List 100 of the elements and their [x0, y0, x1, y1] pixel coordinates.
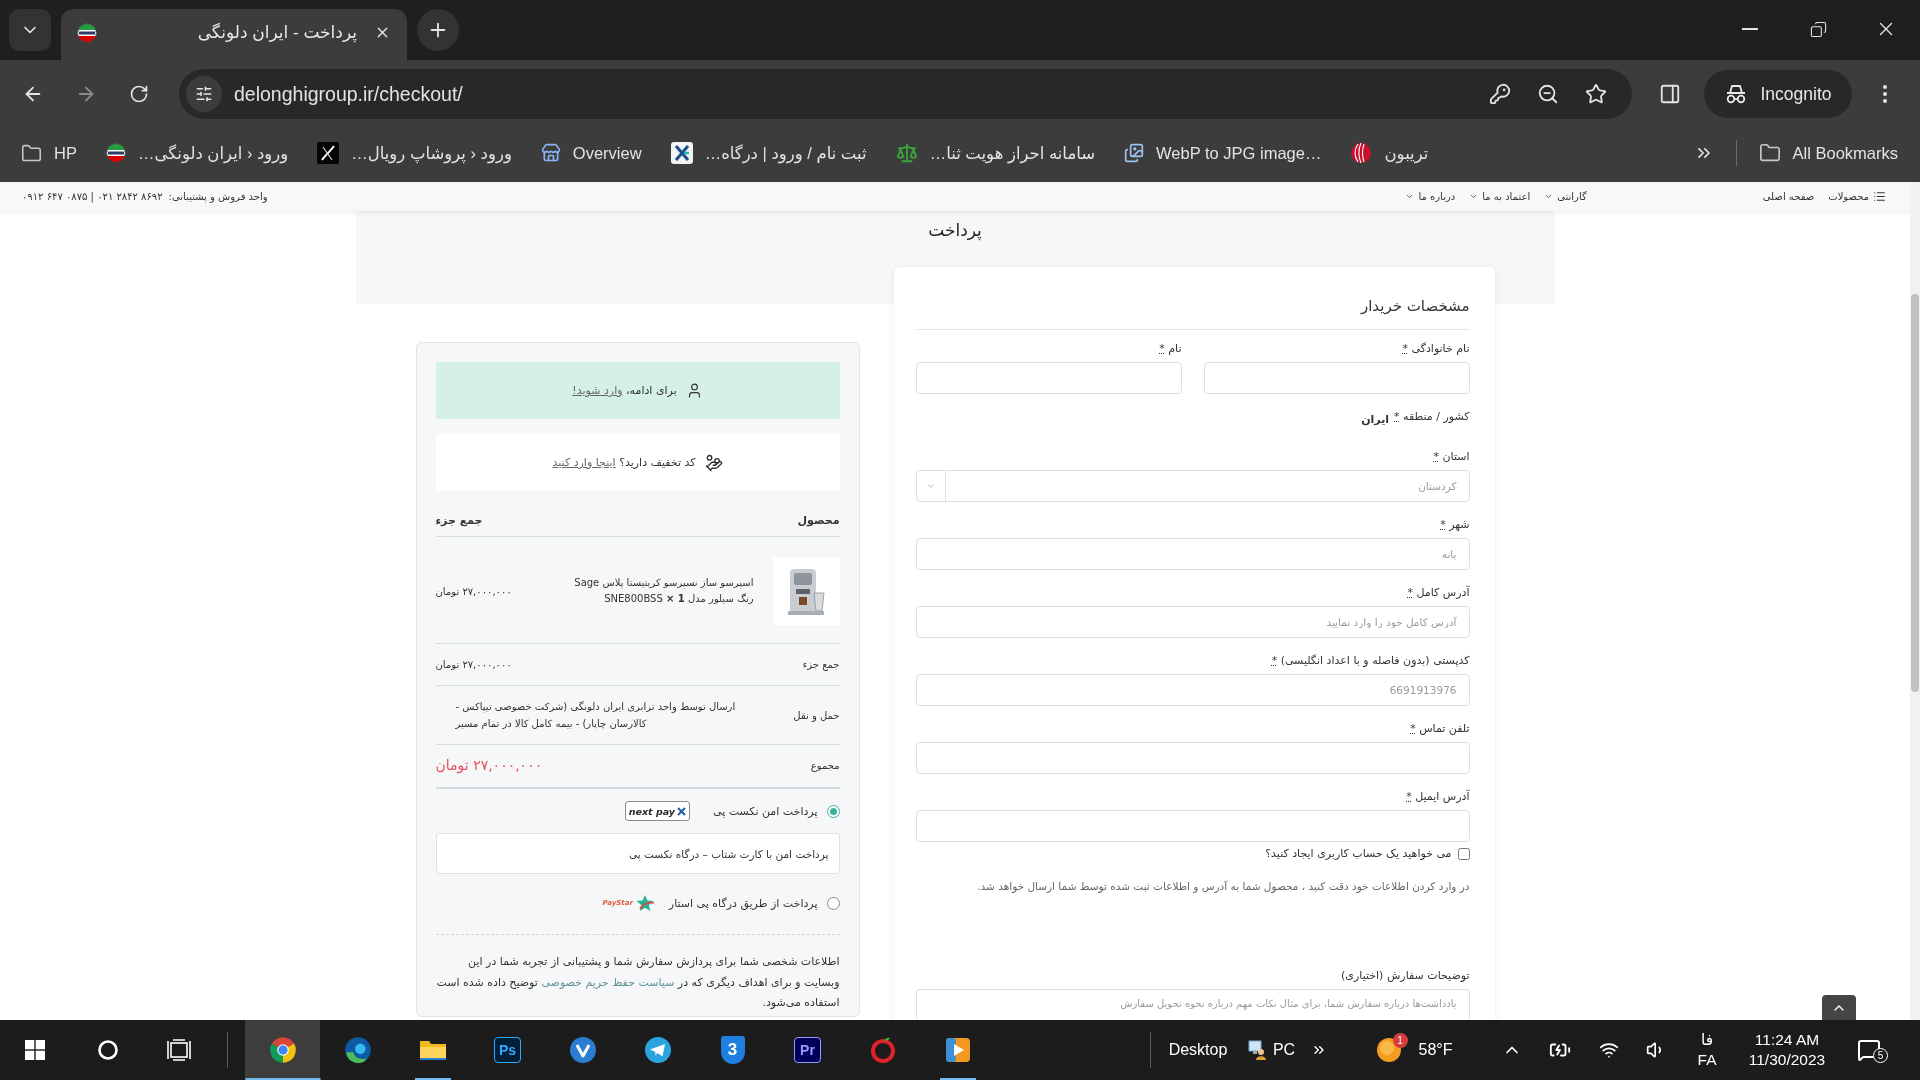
- radio-button[interactable]: [826, 896, 840, 910]
- browser-tab[interactable]: پرداخت - ایران دلونگی: [61, 9, 407, 60]
- field-label: نام *: [1159, 341, 1182, 357]
- sphere-logo-icon: [1350, 142, 1373, 164]
- desktop-toolbar[interactable]: Desktop: [1152, 1020, 1244, 1080]
- column-heading: جمع جزء: [435, 513, 483, 529]
- field-label: نام خانوادگی *: [1402, 341, 1470, 357]
- coupon-link[interactable]: اینجا وارد کنید: [552, 456, 616, 469]
- input-field[interactable]: آدرس کامل خود را وارد نمایید: [915, 606, 1470, 638]
- tile-logo-icon: [317, 142, 340, 164]
- ring-icon: [868, 1036, 897, 1064]
- address-bar[interactable]: delonghigroup.ir/checkout/: [179, 69, 1632, 119]
- windows-icon: [25, 1040, 45, 1060]
- field-label: آدرس ایمیل *: [1406, 789, 1470, 805]
- new-tab-button[interactable]: [417, 9, 459, 51]
- search-icon: [97, 1039, 119, 1061]
- star-icon: [1585, 83, 1607, 105]
- input-field[interactable]: 6691913976: [915, 674, 1470, 706]
- bookmark[interactable]: تریبون: [1342, 135, 1437, 171]
- taskbar-app[interactable]: Pr: [770, 1020, 845, 1080]
- note-text: در وارد کردن اطلاعات خود دقت کنید ، محصول شما به آدرس و اطلاعات ثبت شده توسط شما ارسال خواهد شد.: [976, 879, 1470, 894]
- sun-icon: [1375, 1037, 1402, 1063]
- side-panel-icon: [1659, 83, 1681, 105]
- column-heading: محصول: [797, 513, 840, 529]
- kebab-menu-icon: [1883, 85, 1887, 103]
- count-badge: 5: [1873, 1048, 1888, 1063]
- star-logo-icon: [634, 894, 655, 912]
- reload-icon: [129, 84, 149, 104]
- folder-icon: [418, 1038, 447, 1062]
- all-bookmarks-button[interactable]: All Bookmarks: [1750, 135, 1906, 171]
- minimize-icon: [1742, 28, 1758, 30]
- nav-link[interactable]: محصولات: [1828, 190, 1886, 203]
- notifications-button[interactable]: 5: [1839, 1020, 1899, 1080]
- bookmark[interactable]: سامانه احراز هویت ثنا…: [887, 135, 1104, 171]
- profile-button[interactable]: Incognito: [1704, 70, 1852, 118]
- row-label: مجموع: [810, 760, 840, 771]
- row-label: حمل و نقل: [793, 709, 840, 721]
- field-label: کشور / منطقه *: [1394, 409, 1470, 425]
- section-title: مشخصات خریدار: [1360, 296, 1470, 317]
- price: ۲۷,۰۰۰,۰۰۰ تومان: [435, 658, 512, 672]
- bookmark[interactable]: ورود ‹ پروشاپ رویال…: [309, 135, 520, 171]
- sliders-icon: [195, 85, 213, 103]
- privacy-text: اطلاعات شخصی شما برای پردازش سفارش شما و پشتیبانی از تجربه شما در این وبسایت و برای اهداف دیگری که در سیاست حفظ حریم خصوصی توضیح داده شده است استفاده می‌شود.: [435, 954, 840, 1011]
- site-info-button[interactable]: [186, 76, 222, 112]
- input-field[interactable]: [915, 810, 1470, 842]
- input-field[interactable]: بانه: [915, 538, 1470, 570]
- login-link[interactable]: وارد شوید!: [572, 384, 623, 397]
- field-label: کدپستی (بدون فاصله و با اعداد انگلیسی) *: [1271, 653, 1470, 669]
- checkbox[interactable]: [1457, 848, 1470, 860]
- taskbar-app[interactable]: 3: [695, 1020, 770, 1080]
- caret-icon: [1405, 192, 1415, 201]
- caret-icon: [925, 481, 936, 491]
- cross-mark-icon: [677, 806, 686, 816]
- payment-label: پرداخت امن نکست پی: [713, 804, 818, 818]
- taskbar-app[interactable]: Ps: [470, 1020, 545, 1080]
- image-icon: [1124, 143, 1145, 163]
- bookmark[interactable]: HP: [13, 135, 85, 171]
- key-icon: [1489, 83, 1511, 105]
- folder-icon: [1758, 142, 1781, 164]
- bookmark[interactable]: WebP to JPG image…: [1116, 135, 1330, 171]
- field-label: شهر *: [1440, 517, 1470, 533]
- store-icon: [540, 143, 561, 163]
- bookmark[interactable]: Overview: [532, 135, 650, 171]
- play-icon: [944, 1037, 971, 1063]
- input-field[interactable]: [1203, 362, 1470, 394]
- row-label: جمع جزء: [802, 659, 840, 670]
- bookmark[interactable]: ورود ‹ ایران دلونگی…: [97, 135, 297, 171]
- computer-icon: [1247, 1040, 1266, 1060]
- price: ۲۷,۰۰۰,۰۰۰ تومان: [435, 585, 512, 597]
- segmented-circle-icon: [268, 1036, 297, 1064]
- swirl-logo-icon: [343, 1036, 372, 1064]
- bookmark[interactable]: ثبت نام / ورود | درگاه…: [662, 135, 875, 171]
- notice-text: کد تخفیف دارید؟ اینجا وارد کنید: [552, 456, 696, 469]
- textarea-field[interactable]: یادداشت‌ها درباره سفارش شما، برای مثال نکات مهم درباره نحوه تحویل سفارش: [915, 989, 1470, 1019]
- nav-link[interactable]: صفحه اصلی: [1762, 191, 1815, 202]
- scroll-top-button[interactable]: [1822, 995, 1856, 1020]
- scales-icon: [895, 142, 918, 164]
- nav-link[interactable]: درباره ما: [1405, 191, 1456, 202]
- restore-icon: [1809, 20, 1827, 38]
- input-field[interactable]: [915, 742, 1470, 774]
- wifi-icon: [1599, 1040, 1619, 1060]
- country-value: ایران: [1361, 411, 1390, 428]
- weather-button[interactable]: 1 58°F: [1339, 1020, 1489, 1080]
- taskbar-app[interactable]: [245, 1020, 320, 1080]
- phone-numbers: ۰۹۱۲ ۶۴۷ ۰۸۷۵ | ۰۲۱ ۲۸۴۲ ۸۶۹۲: [22, 191, 163, 202]
- flag-icon: [77, 22, 97, 43]
- input-field[interactable]: [915, 362, 1182, 394]
- pc-toolbar[interactable]: PC: [1244, 1020, 1299, 1080]
- scrollbar-thumb[interactable]: [1911, 294, 1919, 692]
- nav-link[interactable]: اعتماد به ما: [1469, 191, 1531, 202]
- nav-link[interactable]: گارانتی: [1544, 191, 1587, 202]
- logo-text: next pay: [628, 805, 675, 817]
- checkbox-label: می خواهید یک حساب کاربری ایجاد کنید؟: [1265, 846, 1452, 862]
- notice-text: برای ادامه، وارد شوید!: [572, 384, 677, 397]
- flag-icon: [105, 143, 126, 163]
- radio-button[interactable]: [826, 804, 840, 818]
- zoom-out-icon: [1537, 83, 1559, 105]
- logo-tile: Pr: [794, 1037, 821, 1063]
- support-label: واحد فروش و پشتیبانی:: [168, 191, 268, 202]
- clock-button[interactable]: 11:24 AM 11/30/2023: [1735, 1020, 1839, 1080]
